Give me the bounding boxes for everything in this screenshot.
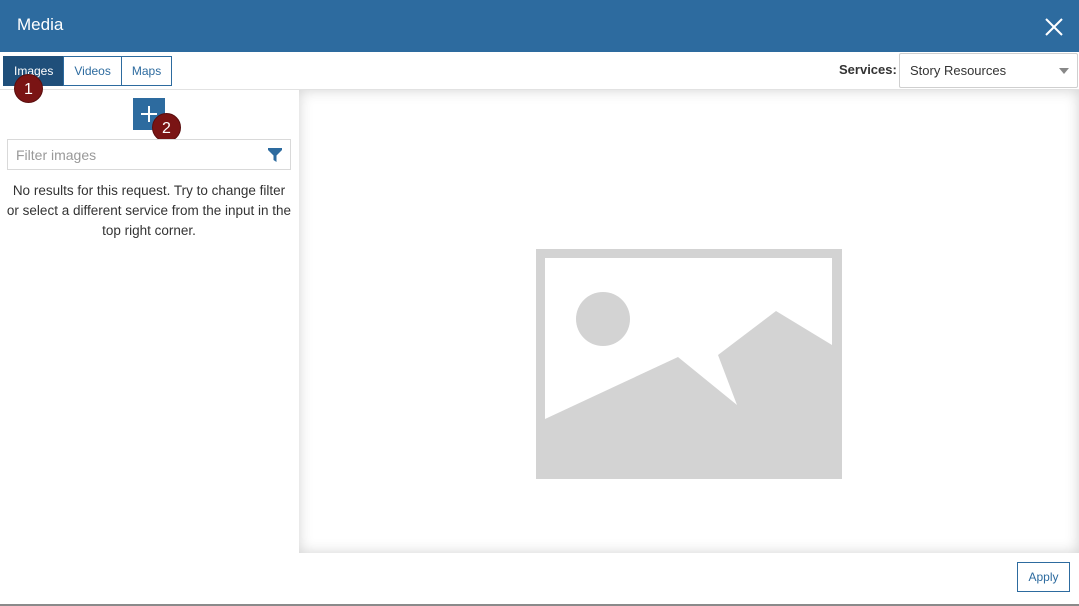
- tab-videos[interactable]: Videos: [63, 56, 122, 86]
- close-icon[interactable]: [1043, 16, 1065, 38]
- filter-images-field: [7, 139, 291, 170]
- services-selected-value: Story Resources: [910, 63, 1007, 78]
- chevron-down-icon: [1059, 68, 1069, 74]
- step-badge-1: 1: [14, 74, 43, 103]
- image-placeholder-icon: [536, 249, 842, 479]
- dialog-title: Media: [17, 15, 64, 34]
- filter-images-input[interactable]: [8, 140, 258, 169]
- dialog-titlebar: Media: [0, 0, 1079, 52]
- tab-maps[interactable]: Maps: [120, 56, 173, 86]
- services-select[interactable]: Story Resources: [899, 53, 1078, 88]
- step-badge-2: 2: [152, 113, 181, 142]
- services-label: Services:: [839, 62, 897, 77]
- media-preview-panel: [299, 90, 1079, 553]
- funnel-icon[interactable]: [267, 147, 283, 163]
- no-results-message: No results for this request. Try to chan…: [6, 183, 292, 238]
- media-toolbar: Images Videos Maps Services: Story Resou…: [0, 52, 1079, 90]
- apply-button[interactable]: Apply: [1017, 562, 1070, 592]
